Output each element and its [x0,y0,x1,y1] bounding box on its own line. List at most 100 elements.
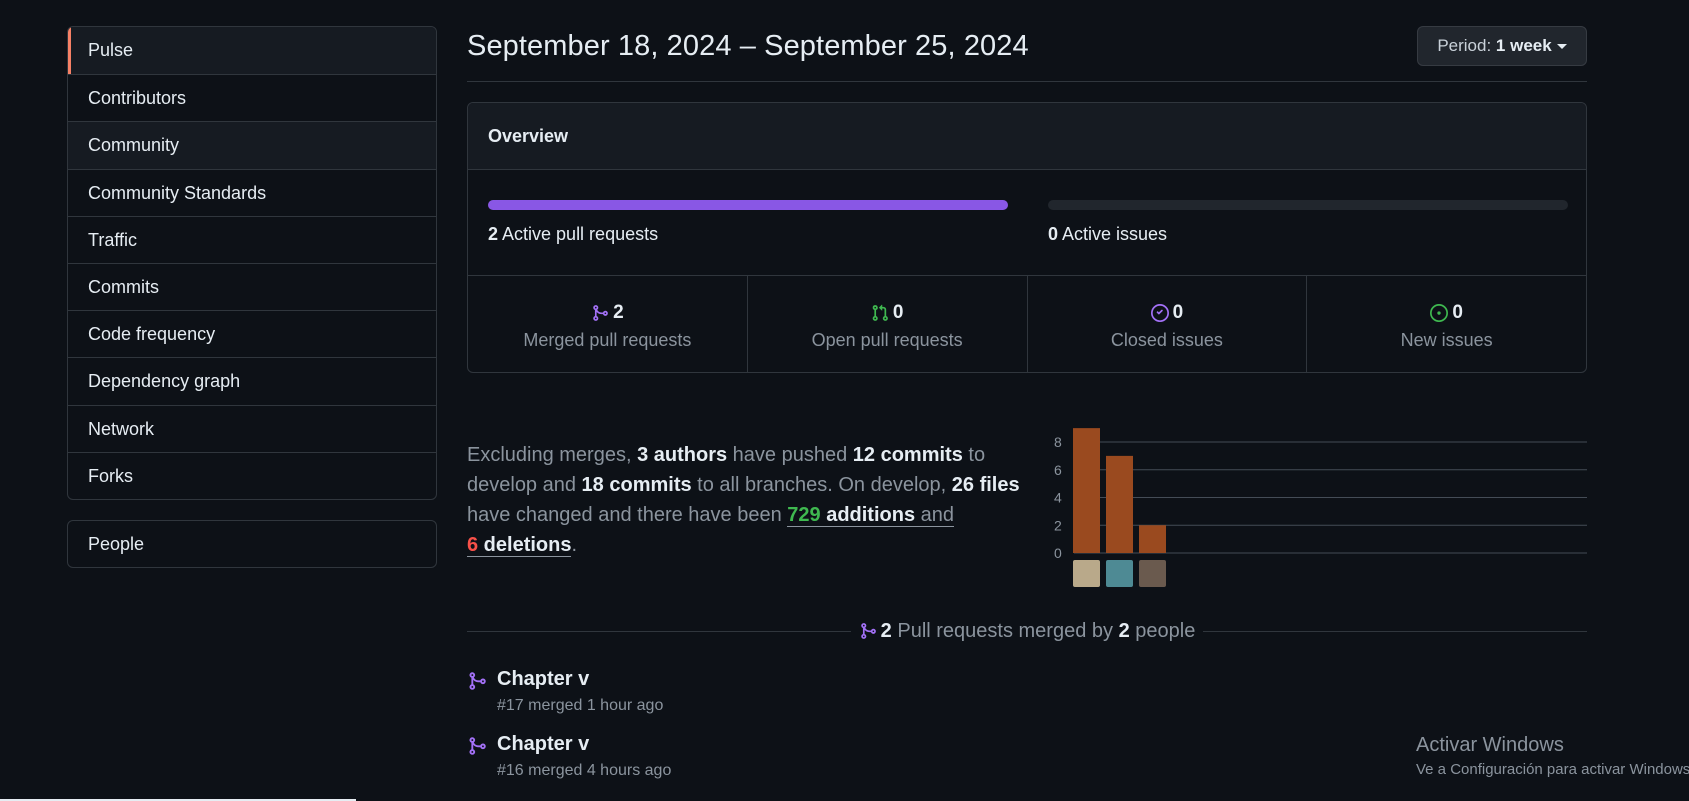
y-tick-label: 6 [1054,462,1062,478]
pulse-page: Pulse Contributors Community Community S… [0,0,1689,801]
sidebar-item-network[interactable]: Network [68,404,436,452]
sidebar-item-label: Community Standards [88,182,267,203]
stat-count: 2 [613,302,624,323]
caret-down-icon [1556,44,1567,50]
commit-bar[interactable] [1106,455,1133,553]
deletions-word: deletions [478,534,572,556]
summary-text: . [571,534,578,556]
contributor-avatar[interactable] [1139,560,1166,587]
sidebar-item-pulse[interactable]: Pulse [68,27,436,75]
sidebar-item-label: Network [88,418,155,439]
additions-link[interactable]: 729 additions and [787,504,955,527]
commit-summary: Excluding merges, 3 authors have pushed … [467,440,1022,560]
sidebar-item-commits[interactable]: Commits [68,262,436,310]
stat-new-issues-count: 0 [1307,302,1586,326]
overview-activity-bars: 2 Active pull requests 0 Active issues [468,170,1586,276]
git-pull-request-icon [872,304,888,321]
stat-merged-prs[interactable]: 2 Merged pull requests [468,276,747,372]
sidebar-item-label: Commits [88,276,159,297]
sidebar-item-community[interactable]: Community [68,121,436,169]
active-issues-label: Active issues [1058,224,1168,244]
sidebar-item-label: Contributors [88,88,187,109]
merged-text: people [1129,620,1196,642]
active-prs-bar [488,200,1008,210]
stat-count: 0 [1452,302,1463,323]
sidebar-item-dependency-graph[interactable]: Dependency graph [68,357,436,404]
merged-text: Pull requests merged by [891,620,1119,642]
summary-text: and [915,504,955,526]
stat-closed-issues-count: 0 [1028,302,1307,326]
contributor-avatar[interactable] [1106,560,1133,587]
authors-count: 3 authors [637,444,728,466]
sidebar-item-label: Pulse [88,40,134,60]
stat-merged-prs-count: 2 [468,302,747,326]
sidebar-item-contributors[interactable]: Contributors [68,74,436,121]
pr-meta: #17 merged 1 hour ago [497,697,664,714]
contributor-avatar[interactable] [1073,560,1100,587]
active-prs-text[interactable]: 2 Active pull requests [488,224,658,245]
sidebar-item-label: Traffic [88,229,138,250]
stat-label: Merged pull requests [523,330,692,350]
stat-label: Closed issues [1110,330,1223,350]
period-value: 1 week [1495,36,1552,55]
active-prs-count: 2 [488,224,499,244]
sidebar-item-label: Community [88,135,180,156]
git-merge-icon [860,623,876,639]
sidebar-item-label: Code frequency [88,324,216,345]
sidebar-item-label: Dependency graph [88,371,241,392]
summary-text: have pushed [727,444,853,466]
sidebar-item-traffic[interactable]: Traffic [68,215,436,263]
sidebar-item-people[interactable]: People [67,520,437,568]
stat-label: Open pull requests [811,330,963,350]
merged-count: 2 [880,620,892,642]
insights-sidebar: Pulse Contributors Community Community S… [67,26,437,500]
sidebar-item-label: Forks [88,465,133,486]
stat-count: 0 [892,302,904,323]
commits-all: 18 commits [581,474,692,496]
page-title: September 18, 2024 – September 25, 2024 [467,30,1029,62]
active-issues-bar [1048,200,1568,210]
stat-new-issues[interactable]: 0 New issues [1306,276,1586,372]
files-changed: 26 files [951,474,1020,496]
pr-title-link[interactable]: Chapter v [497,733,589,756]
period-prefix: Period: [1437,36,1492,55]
active-prs-bar-fill [488,200,1008,210]
stat-closed-issues[interactable]: 0 Closed issues [1026,276,1307,372]
additions-count: 729 [787,504,821,526]
merged-prs-heading: 2 Pull requests merged by 2 people [467,616,1587,646]
commit-bar-chart: 0 2 4 6 8 [1054,428,1587,587]
y-tick-label: 8 [1054,434,1062,450]
sidebar-item-community-standards[interactable]: Community Standards [68,168,436,216]
pr-meta: #16 merged 4 hours ago [497,762,672,779]
stat-label: New issues [1400,330,1493,350]
overview-panel: Overview 2 Active pull requests 0 Active… [467,102,1587,373]
y-tick-label: 2 [1054,517,1062,533]
deletions-count: 6 [467,534,479,556]
commits-develop: 12 commits [852,444,963,466]
git-merge-icon [469,672,486,690]
commit-bar[interactable] [1139,525,1166,553]
summary-text: Excluding merges, [467,444,638,466]
stat-open-prs[interactable]: 0 Open pull requests [746,276,1027,372]
summary-text: have changed and there have been [467,504,788,526]
stat-count: 0 [1172,302,1184,323]
header-divider [467,81,1587,82]
sidebar-item-label: People [88,534,145,554]
sidebar-item-forks[interactable]: Forks [68,451,436,499]
summary-text: to all branches. On develop, [691,474,952,496]
sidebar-item-code-frequency[interactable]: Code frequency [68,310,436,357]
overview-stats: 2 Merged pull requests 0 Open pull reque… [468,276,1586,372]
watermark-subtitle: Ve a Configuración para activar Windows. [1416,761,1689,778]
stat-open-prs-count: 0 [748,302,1027,326]
period-dropdown-button[interactable]: Period: 1 week [1417,26,1587,66]
active-issues-text[interactable]: 0 Active issues [1048,224,1167,245]
pr-title-link[interactable]: Chapter v [497,668,589,691]
windows-activation-watermark: Activar Windows Ve a Configuración para … [1416,734,1689,778]
git-merge-icon [469,737,486,755]
y-tick-label: 4 [1054,490,1062,506]
commit-bar[interactable] [1073,428,1100,553]
git-merge-icon [593,305,608,321]
deletions-link[interactable]: 6 deletions [467,534,572,557]
additions-word: additions [820,504,916,526]
active-prs-label: Active pull requests [498,224,659,244]
